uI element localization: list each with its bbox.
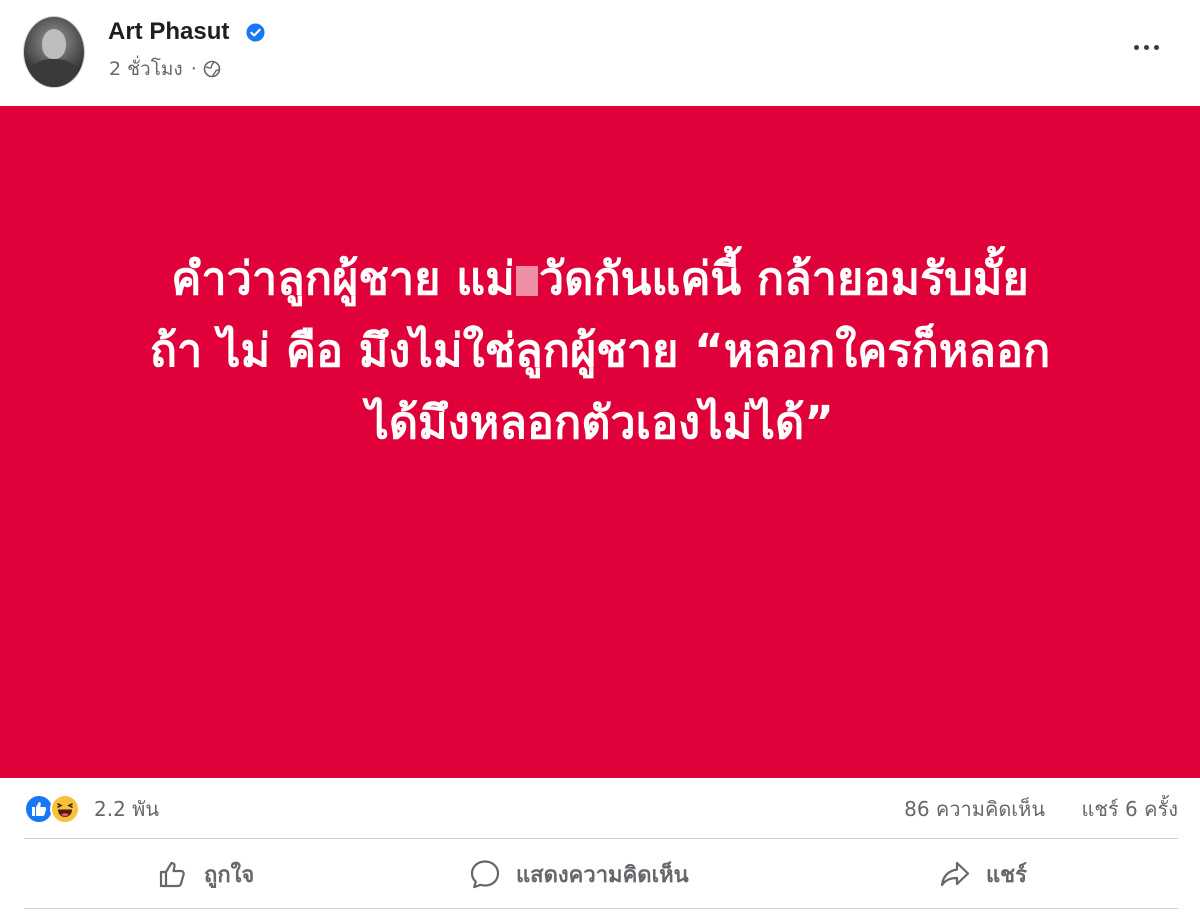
reaction-icons[interactable] [24, 794, 88, 824]
like-label: ถูกใจ [204, 862, 255, 888]
more-dot-icon [1153, 44, 1159, 50]
post-text-line: ถ้า ไม่ คือ มึงไม่ใช่ลูกผู้ชาย “หลอกใครก… [149, 324, 1051, 377]
post-text-segment: วัดกันแค่นี้ กล้ายอมรับมั้ย [538, 252, 1029, 305]
post-text-line: คำว่าลูกผู้ชาย แม่ วัดกันแค่นี้ กล้ายอมรั… [0, 243, 1200, 315]
more-dot-icon [1133, 44, 1139, 50]
more-options-button[interactable] [1126, 34, 1166, 60]
reaction-count[interactable]: 2.2 พัน [94, 796, 159, 822]
post-timestamp[interactable]: 2 ชั่วโมง [109, 57, 183, 81]
divider [24, 838, 1178, 839]
avatar[interactable] [23, 16, 85, 88]
comment-button[interactable]: แสดงความคิดเห็น [468, 854, 689, 894]
thumbs-up-icon [159, 861, 185, 888]
avatar-shoulders [30, 59, 78, 87]
share-label: แชร์ [986, 862, 1027, 888]
post-text-line: ได้มึงหลอกตัวเองไม่ได้” [366, 396, 834, 449]
share-count[interactable]: แชร์ 6 ครั้ง [1081, 796, 1178, 822]
globe-icon [203, 60, 221, 78]
post-meta: 2 ชั่วโมง · [109, 57, 221, 81]
censor-block [515, 266, 538, 296]
facebook-post: Art Phasut 2 ชั่วโมง · คำว่าลูกผู้ชาย แม… [0, 0, 1200, 914]
comment-bubble-icon [470, 860, 500, 889]
comment-label: แสดงความคิดเห็น [516, 862, 689, 888]
action-bar: ถูกใจ แสดงความคิดเห็น แชร์ [0, 840, 1200, 908]
avatar-face [42, 29, 66, 59]
post-text: คำว่าลูกผู้ชาย แม่ วัดกันแค่นี้ กล้ายอมรั… [0, 243, 1200, 459]
like-button[interactable]: ถูกใจ [156, 854, 254, 894]
post-text-segment: คำว่าลูกผู้ชาย แม่ [171, 252, 515, 305]
share-button[interactable]: แชร์ [938, 854, 1027, 894]
verified-badge-icon [246, 23, 265, 42]
divider [24, 908, 1178, 909]
author-name[interactable]: Art Phasut [108, 17, 229, 47]
post-header: Art Phasut 2 ชั่วโมง · [0, 0, 1200, 106]
meta-separator: · [190, 58, 197, 80]
share-arrow-icon [940, 861, 970, 887]
comment-count[interactable]: 86 ความคิดเห็น [904, 796, 1045, 822]
reactions-row: 2.2 พัน 86 ความคิดเห็น แชร์ 6 ครั้ง [0, 778, 1200, 838]
more-dot-icon [1143, 44, 1149, 50]
haha-icon [50, 794, 80, 824]
